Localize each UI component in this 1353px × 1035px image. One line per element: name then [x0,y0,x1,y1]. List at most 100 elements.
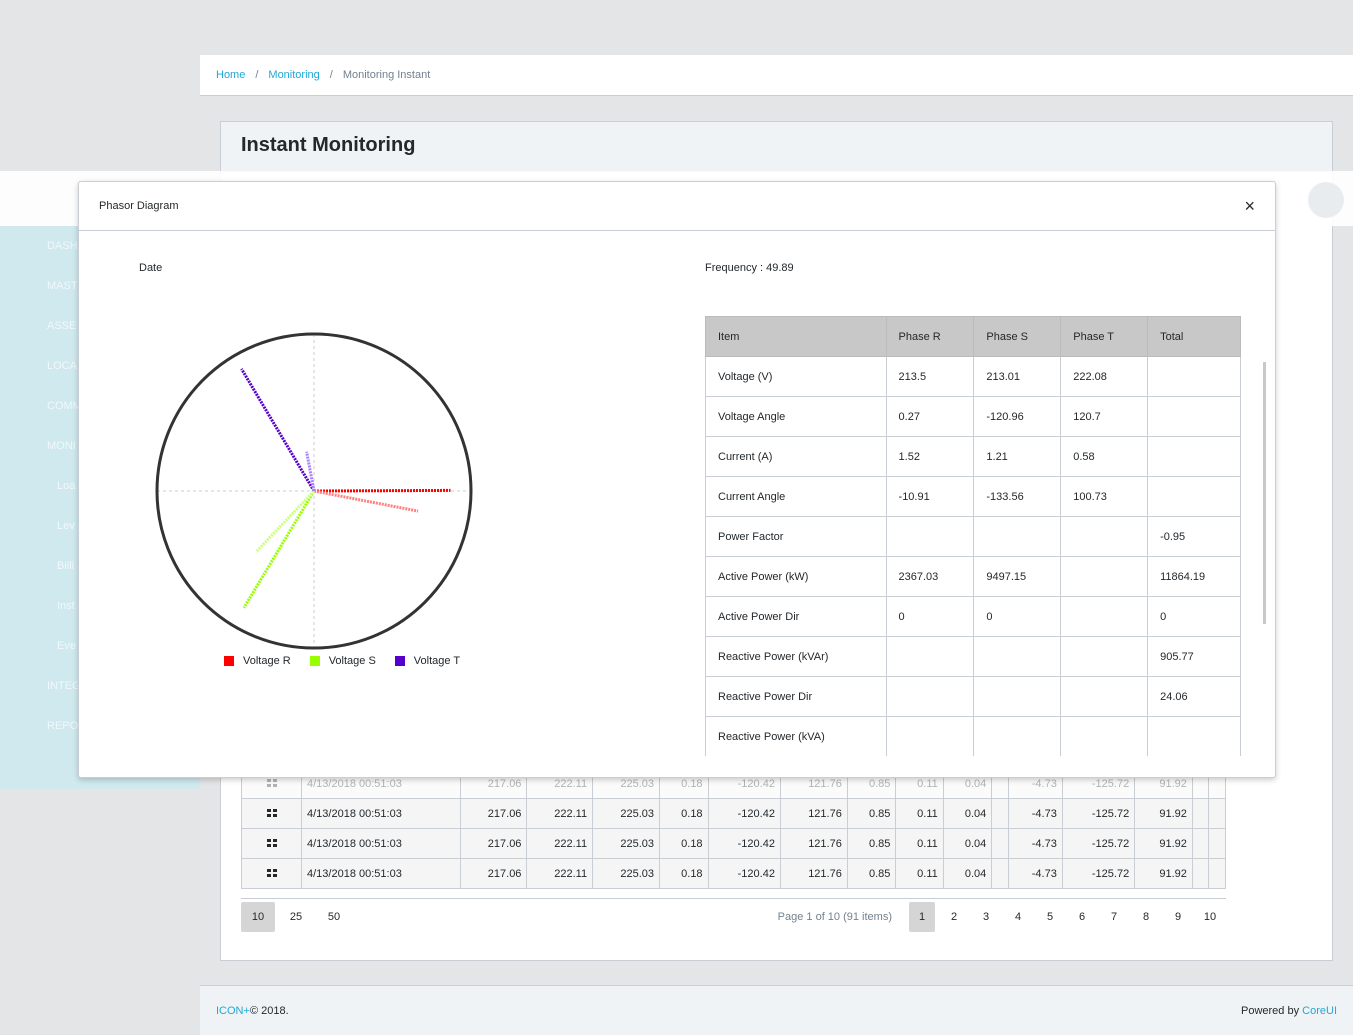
grid-icon[interactable] [266,838,277,847]
table-cell: -10.91 [885,476,975,517]
table-cell: 222.11 [526,798,594,829]
table-row: Voltage Angle 0.27 -120.96 120.7 [705,396,1241,437]
page-button[interactable]: 2 [938,902,970,932]
table-cell: Reactive Power (kVA) [705,716,887,756]
table-cell: -120.42 [707,858,781,889]
table-cell [1060,636,1149,677]
table-cell: -120.42 [707,798,781,829]
table-scrollbar[interactable] [1263,362,1266,624]
table-cell [973,716,1062,756]
legend-swatch [394,656,405,666]
page-button[interactable]: 1 [909,901,935,932]
table-cell [991,798,1009,829]
table-cell [1060,516,1149,557]
table-cell: 91.92 [1134,828,1193,859]
page-button[interactable]: 5 [1034,902,1066,932]
table-cell: 0.18 [659,828,709,859]
table-cell: -120.42 [707,828,781,859]
row-action-cell[interactable] [241,858,302,889]
page-button[interactable]: 10 [1194,902,1226,932]
table-cell: 1.52 [885,436,975,477]
breadcrumb-home[interactable]: Home [216,69,245,81]
table-cell [991,828,1009,859]
page-button[interactable]: 9 [1162,902,1194,932]
table-cell [885,676,975,717]
close-icon[interactable]: × [1244,197,1255,215]
table-cell: 0.04 [942,798,993,829]
page-size-button[interactable]: 50 [317,902,351,932]
table-cell: -125.72 [1061,828,1136,859]
date-label: Date [139,262,163,274]
table-cell: 0.18 [659,798,709,829]
row-action-cell[interactable] [241,828,302,859]
table-cell: 0.18 [659,858,709,889]
table-cell [885,636,975,677]
table-cell: 4/13/2018 00:51:03 [301,828,461,859]
page-button[interactable]: 6 [1066,902,1098,932]
table-row: Reactive Power Dir 24.06 [705,676,1241,717]
table-cell: 1.21 [973,436,1062,477]
page-title: Instant Monitoring [241,134,416,156]
modal-header: Phasor Diagram × [79,182,1275,231]
phasor-modal: Phasor Diagram × Date Frequency : 49.89 … [78,181,1276,778]
legend-label: Voltage T [413,655,461,667]
table-row: 4/13/2018 00:51:03 217.06 222.11 225.03 0.18… [241,828,1226,859]
grid-icon[interactable] [266,868,277,877]
table-cell: 213.5 [885,356,975,397]
table-cell [1147,396,1241,437]
table-cell: -4.73 [1007,858,1063,889]
table-row: Reactive Power (kVA) [705,716,1241,756]
page-button[interactable]: 4 [1002,902,1034,932]
avatar[interactable] [1308,182,1344,218]
table-cell: 121.76 [779,828,848,859]
grid-icon[interactable] [266,778,277,787]
table-cell: 4/13/2018 00:51:03 [301,798,461,829]
table-row: 4/13/2018 00:51:03 217.06 222.11 225.03 0.18… [241,858,1226,889]
table-cell [1060,556,1149,597]
table-cell [1147,436,1241,477]
table-header: Phase T [1060,316,1149,357]
table-cell: Current Angle [705,476,887,517]
page-button[interactable]: 3 [970,902,1002,932]
table-cell: 0.11 [895,798,944,829]
footer-coreui-link[interactable]: CoreUI [1302,1005,1337,1017]
table-cell: 0 [885,596,975,637]
table-cell: 24.06 [1147,676,1241,717]
footer-brand-link[interactable]: ICON+ [216,1005,250,1017]
row-action-cell[interactable] [241,798,302,829]
table-row: Active Power (kW) 2367.03 9497.15 11864.19 [705,556,1241,597]
table-header: Item [705,316,887,357]
table-cell [1060,596,1149,637]
table-cell: -133.56 [973,476,1062,517]
table-cell [1208,798,1226,829]
table-cell: 213.01 [973,356,1062,397]
table-cell: 120.7 [1060,396,1149,437]
table-cell: -4.73 [1007,828,1063,859]
table-cell: Active Power (kW) [705,556,887,597]
table-cell: -120.96 [973,396,1062,437]
page-size-button[interactable]: 10 [241,901,275,932]
table-cell [1147,476,1241,517]
page-size-button[interactable]: 25 [279,902,313,932]
table-cell: 91.92 [1134,858,1193,889]
table-row: 4/13/2018 00:51:03 217.06 222.11 225.03 0.18… [241,798,1226,829]
table-cell [1191,828,1210,859]
phasor-legend: Voltage R Voltage S Voltage T [224,655,479,667]
page-button[interactable]: 8 [1130,902,1162,932]
legend-swatch [309,656,320,666]
table-cell: 121.76 [779,858,848,889]
table-row: Active Power Dir 0 0 0 [705,596,1241,637]
breadcrumb: Home / Monitoring / Monitoring Instant [200,55,1353,96]
page-button[interactable]: 7 [1098,902,1130,932]
table-cell: 225.03 [592,798,660,829]
monitoring-table: 4/13/2018 00:51:03 217.06 222.11 225.03 0.18… [241,768,1226,889]
table-cell [1147,356,1241,397]
table-cell: Reactive Power (kVAr) [705,636,887,677]
phasor-table: Item Phase R Phase S Phase T Total Voltage (… [705,316,1241,756]
table-cell: 0.04 [942,828,993,859]
breadcrumb-monitoring[interactable]: Monitoring [268,69,319,81]
grid-icon[interactable] [266,808,277,817]
table-cell [1060,716,1149,756]
table-row: Current Angle -10.91 -133.56 100.73 [705,476,1241,517]
table-cell [973,676,1062,717]
